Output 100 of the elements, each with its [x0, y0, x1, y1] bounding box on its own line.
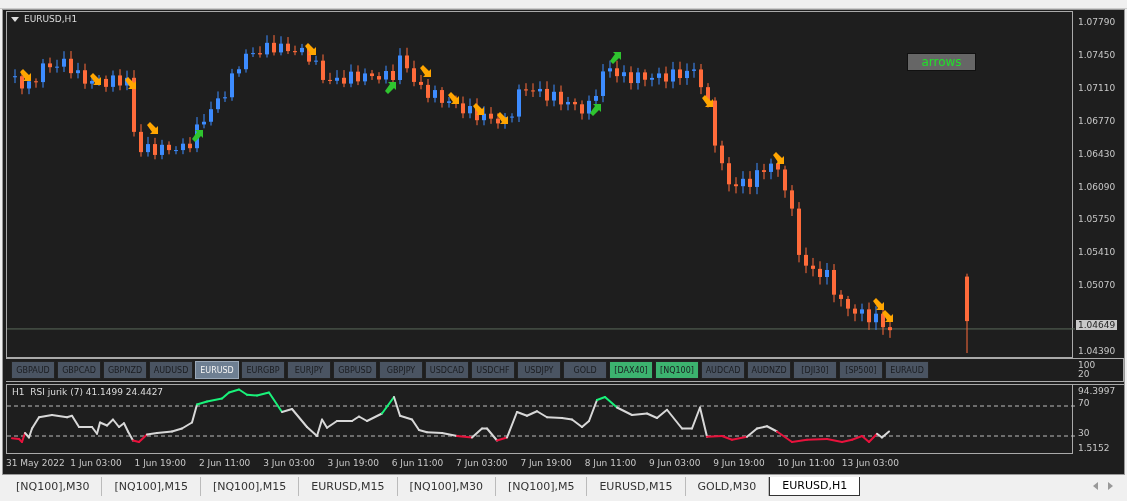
candle: [328, 72, 332, 85]
candle: [398, 47, 402, 85]
candle: [300, 43, 304, 56]
candle: [55, 59, 59, 74]
symbol-button[interactable]: AUDNZD: [747, 361, 791, 379]
time-tick-label: 13 Jun 03:00: [841, 457, 901, 470]
price-tick-label: 1.07110: [1078, 82, 1116, 93]
symbol-button[interactable]: USDCAD: [425, 361, 469, 379]
indicator-tick-label: 70: [1078, 398, 1090, 408]
candle: [349, 63, 353, 88]
candle: [825, 262, 829, 286]
symbol-button[interactable]: [DJI30]: [793, 361, 837, 379]
candle: [580, 99, 584, 121]
time-tick-label: 6 Jun 11:00: [391, 457, 445, 470]
candle: [566, 96, 570, 111]
chart-title: EURUSD,H1: [24, 14, 78, 24]
candle: [153, 137, 157, 160]
candle: [538, 80, 542, 98]
candle: [286, 36, 290, 55]
time-tick-label: 1 Jun 19:00: [134, 457, 188, 470]
candle: [265, 34, 269, 59]
candle: [167, 140, 171, 155]
symbol-button[interactable]: GBPNZD: [103, 361, 147, 379]
arrows-button[interactable]: arrows: [907, 53, 976, 71]
chart-tab[interactable]: EURUSD,H1: [769, 476, 861, 496]
candle: [272, 34, 276, 56]
symbol-button[interactable]: GOLD: [563, 361, 607, 379]
candle: [216, 90, 220, 114]
candle: [888, 319, 892, 339]
candle: [685, 62, 689, 86]
candle: [846, 295, 850, 317]
symbol-button[interactable]: EURAUD: [885, 361, 929, 379]
symbol-button[interactable]: AUDUSD: [149, 361, 193, 379]
dropdown-icon[interactable]: [11, 16, 19, 22]
candle: [797, 201, 801, 263]
down-right-arrow-icon: [882, 310, 893, 322]
candle: [720, 140, 724, 171]
candle: [573, 97, 577, 111]
time-tick-label: 8 Jun 11:00: [584, 457, 638, 470]
candle: [860, 303, 864, 322]
candle: [727, 156, 731, 192]
candle: [622, 64, 626, 84]
down-right-arrow-icon: [147, 122, 158, 134]
candle: [692, 62, 696, 79]
down-right-arrow-icon: [420, 65, 431, 77]
candle: [783, 165, 787, 199]
candle: [671, 61, 675, 89]
time-tick-label: 7 Jun 19:00: [520, 457, 573, 470]
symbol-button[interactable]: GBPAUD: [11, 361, 55, 379]
time-tick-label: 7 Jun 03:00: [456, 457, 509, 470]
candle: [545, 80, 549, 107]
candle: [818, 260, 822, 286]
symbol-button[interactable]: USDJPY: [517, 361, 561, 379]
price-tick-label: 1.04390: [1078, 346, 1116, 356]
symbol-button[interactable]: GBPCAD: [57, 361, 101, 379]
symbol-button[interactable]: [DAX40]: [609, 361, 653, 379]
indicator-tick-label: 94.3997: [1078, 386, 1116, 396]
candle: [293, 45, 297, 56]
symbol-button[interactable]: GBPJPY: [379, 361, 423, 379]
time-tick-label: 31 May 2022: [6, 457, 66, 470]
symbol-button[interactable]: AUDCAD: [701, 361, 745, 379]
price-tick-label: 1.06770: [1078, 115, 1116, 126]
up-right-arrow-icon: [610, 52, 621, 64]
time-tick-label: 3 Jun 19:00: [327, 457, 380, 470]
candle: [664, 66, 668, 89]
candle: [209, 101, 213, 127]
candle: [832, 263, 836, 303]
scroll-right-icon[interactable]: [1108, 482, 1113, 490]
down-right-arrow-icon: [873, 298, 884, 310]
down-right-arrow-icon: [497, 112, 508, 124]
candle: [531, 82, 535, 98]
candle: [559, 85, 563, 111]
indicator-tick-label: 1.5152: [1078, 443, 1110, 453]
candle: [461, 96, 465, 119]
candle: [188, 136, 192, 153]
symbol-button[interactable]: [NQ100]: [655, 361, 699, 379]
candle: [258, 45, 262, 59]
candle: [853, 303, 857, 322]
candle: [34, 77, 38, 89]
symbol-button[interactable]: USDCHF: [471, 361, 515, 379]
price-tick-label: 1.07790: [1078, 17, 1116, 27]
candle: [223, 90, 227, 103]
symbol-button[interactable]: EURUSD: [195, 361, 239, 379]
symbol-button[interactable]: EURGBP: [241, 361, 285, 379]
time-tick-label: 1 Jun 03:00: [70, 457, 123, 470]
candle: [391, 63, 395, 85]
symbol-button[interactable]: [SP500]: [839, 361, 883, 379]
candle: [139, 123, 143, 158]
down-right-arrow-icon: [702, 95, 713, 107]
candle: [741, 170, 745, 194]
candle: [776, 159, 780, 178]
candle: [496, 112, 500, 130]
symbol-button[interactable]: GBPUSD: [333, 361, 377, 379]
candle: [678, 61, 682, 86]
current-price-label: 1.04649: [1076, 320, 1118, 330]
candle: [587, 95, 591, 121]
candle: [426, 78, 430, 103]
price-tick-label: 1.05750: [1078, 214, 1116, 225]
candle: [601, 63, 605, 103]
scroll-left-icon[interactable]: [1093, 482, 1098, 490]
